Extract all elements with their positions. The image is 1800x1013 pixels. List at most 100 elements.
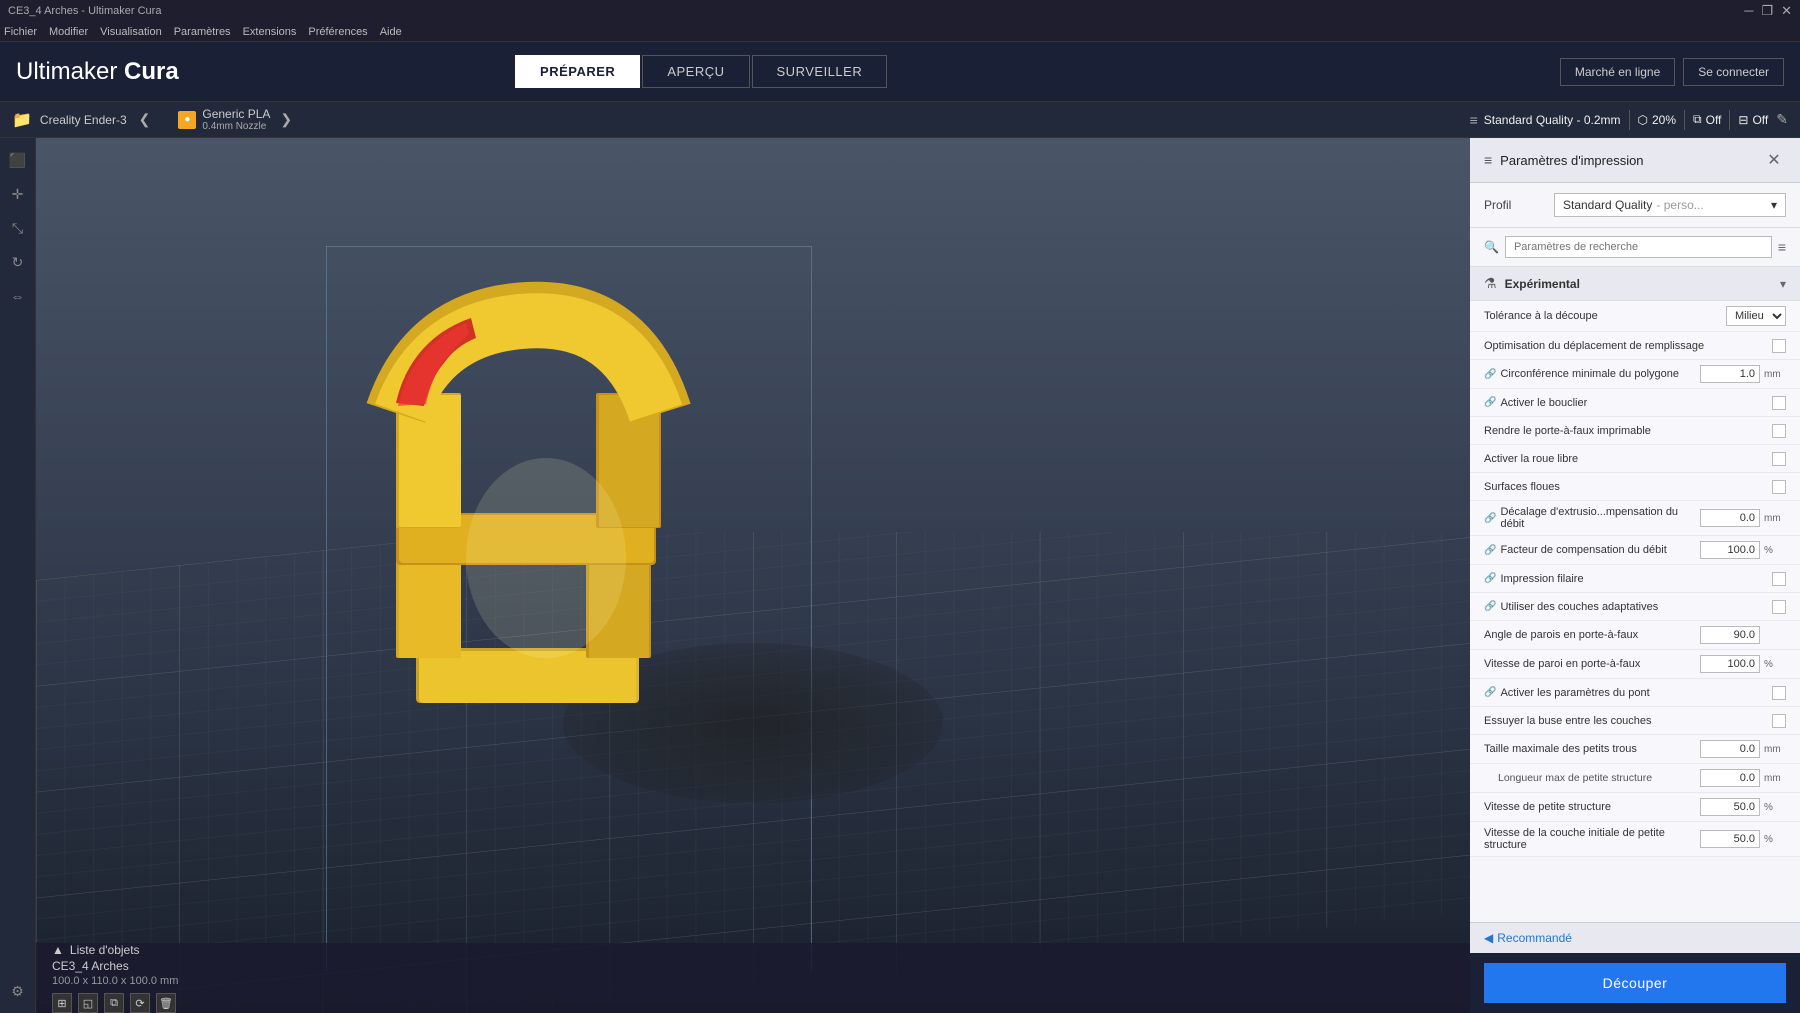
menu-extensions[interactable]: Extensions: [243, 26, 297, 38]
setting-value-overhang-speed: %: [1700, 655, 1786, 673]
recommend-section: ◀ Recommandé: [1470, 922, 1800, 953]
setting-min-circumference: 🔗 Circonférence minimale du polygone mm: [1470, 360, 1800, 389]
menu-modifier[interactable]: Modifier: [49, 26, 88, 38]
tool-scale[interactable]: ⤡: [4, 214, 32, 242]
flow-factor-input[interactable]: [1700, 541, 1760, 559]
setting-small-struct-speed: Vitesse de petite structure %: [1470, 793, 1800, 822]
tool-mirror[interactable]: ⇔: [4, 282, 32, 310]
section-header-left: ⚗ Expérimental: [1484, 275, 1580, 292]
folder-icon[interactable]: 📁: [12, 110, 32, 130]
shield-checkbox[interactable]: [1772, 396, 1786, 410]
setting-value-freewheel: [1772, 452, 1786, 466]
window-controls[interactable]: ─ ❐ ✕: [1744, 3, 1792, 19]
material-chevron[interactable]: ❯: [276, 109, 296, 130]
small-struct-init-input[interactable]: [1700, 830, 1760, 848]
min-circ-input[interactable]: [1700, 365, 1760, 383]
header-right: Marché en ligne Se connecter: [1560, 58, 1784, 86]
setting-value-small-holes: mm: [1700, 740, 1786, 758]
wireframe-checkbox[interactable]: [1772, 572, 1786, 586]
menu-preferences[interactable]: Préférences: [308, 26, 367, 38]
slice-btn[interactable]: Découper: [1484, 963, 1786, 1003]
setting-value-flow-factor: %: [1700, 541, 1786, 559]
tool-settings[interactable]: ⚙: [4, 977, 32, 1005]
signin-btn[interactable]: Se connecter: [1683, 58, 1784, 86]
section-chevron-icon: ▾: [1780, 277, 1786, 291]
panel-close-btn[interactable]: ✕: [1762, 148, 1786, 172]
search-menu-btn[interactable]: ≡: [1778, 239, 1786, 255]
marketplace-btn[interactable]: Marché en ligne: [1560, 58, 1675, 86]
small-struct-speed-input[interactable]: [1700, 798, 1760, 816]
setting-small-holes: Taille maximale des petits trous mm: [1470, 735, 1800, 764]
menu-parametres[interactable]: Paramètres: [174, 26, 231, 38]
setting-value-small-struct-speed: %: [1700, 798, 1786, 816]
fuzzy-checkbox[interactable]: [1772, 480, 1786, 494]
optimize-checkbox[interactable]: [1772, 339, 1786, 353]
action-reset[interactable]: ⟳: [130, 993, 150, 1013]
setting-shield: 🔗 Activer le bouclier: [1470, 389, 1800, 417]
menu-aide[interactable]: Aide: [380, 26, 402, 38]
profile-dropdown[interactable]: Standard Quality - perso... ▾: [1554, 193, 1786, 217]
setting-value-overhang-angle: [1700, 626, 1786, 644]
section-experimental-header[interactable]: ⚗ Expérimental ▾: [1470, 267, 1800, 301]
setting-label-adaptive: 🔗 Utiliser des couches adaptatives: [1484, 601, 1772, 613]
action-move[interactable]: ⧉: [104, 993, 124, 1013]
tolerance-dropdown[interactable]: Milieu: [1726, 306, 1786, 326]
infill-icon: ⬡: [1638, 113, 1648, 127]
search-input[interactable]: [1505, 236, 1772, 258]
profile-value: Standard Quality: [1563, 198, 1652, 212]
nav-monitor[interactable]: SURVEILLER: [752, 55, 888, 88]
close-btn[interactable]: ✕: [1781, 3, 1792, 19]
toolbar-right: ≡ Standard Quality - 0.2mm ⬡ 20% ⧉ Off ⊟…: [1470, 110, 1788, 130]
setting-label-overhang: Rendre le porte-à-faux imprimable: [1484, 425, 1772, 437]
quality-label: Standard Quality - 0.2mm: [1484, 113, 1621, 127]
material-name: Generic PLA: [202, 107, 270, 121]
search-icon: 🔍: [1484, 240, 1499, 254]
setting-label-small-struct-len: Longueur max de petite structure: [1498, 772, 1700, 784]
overhang-checkbox[interactable]: [1772, 424, 1786, 438]
adhesion-icon: ⊟: [1738, 113, 1748, 127]
tool-rotate[interactable]: ↻: [4, 248, 32, 276]
setting-label-tolerance: Tolérance à la découpe: [1484, 310, 1726, 322]
object-name: CE3_4 Arches: [52, 959, 178, 973]
toolbar: 📁 Creality Ender-3 ❮ ● Generic PLA 0.4mm…: [0, 102, 1800, 138]
overhang-speed-input[interactable]: [1700, 655, 1760, 673]
menu-fichier[interactable]: Fichier: [4, 26, 37, 38]
flow-offset-input[interactable]: [1700, 509, 1760, 527]
support-icon: ⧉: [1693, 112, 1702, 127]
chevron-up-icon: ▲: [52, 943, 64, 957]
bridge-checkbox[interactable]: [1772, 686, 1786, 700]
small-holes-input[interactable]: [1700, 740, 1760, 758]
right-panel: ≡ Paramètres d'impression ✕ Profil Stand…: [1470, 138, 1800, 1013]
action-duplicate[interactable]: ◱: [78, 993, 98, 1013]
setting-label-flow-offset: 🔗 Décalage d'extrusio...mpensation du dé…: [1484, 506, 1700, 530]
overhang-angle-input[interactable]: [1700, 626, 1760, 644]
nav-preview[interactable]: APERÇU: [642, 55, 749, 88]
freewheel-checkbox[interactable]: [1772, 452, 1786, 466]
action-copy[interactable]: ⊞: [52, 993, 72, 1013]
tool-move[interactable]: ✛: [4, 180, 32, 208]
setting-label-overhang-speed: Vitesse de paroi en porte-à-faux: [1484, 658, 1700, 670]
settings-edit-icon[interactable]: ✎: [1776, 111, 1788, 128]
profile-section: Profil Standard Quality - perso... ▾: [1470, 183, 1800, 228]
viewport[interactable]: ▲ Liste d'objets CE3_4 Arches 100.0 x 11…: [36, 138, 1470, 1013]
maximize-btn[interactable]: ❐: [1761, 3, 1773, 19]
small-struct-len-input[interactable]: [1700, 769, 1760, 787]
minimize-btn[interactable]: ─: [1744, 3, 1753, 19]
adaptive-checkbox[interactable]: [1772, 600, 1786, 614]
setting-wireframe: 🔗 Impression filaire: [1470, 565, 1800, 593]
object-list-toggle[interactable]: ▲ Liste d'objets: [52, 943, 178, 957]
action-delete[interactable]: 🗑: [156, 993, 176, 1013]
window-title: CE3_4 Arches - Ultimaker Cura: [8, 5, 161, 17]
recommend-btn[interactable]: ◀ Recommandé: [1484, 931, 1572, 945]
flow-offset-unit: mm: [1764, 513, 1786, 524]
nav-prepare[interactable]: PRÉPARER: [515, 55, 640, 88]
slice-section: Découper: [1470, 953, 1800, 1013]
left-sidebar: ⬛ ✛ ⤡ ↻ ⇔ ⚙: [0, 138, 36, 1013]
wipe-checkbox[interactable]: [1772, 714, 1786, 728]
menu-visualisation[interactable]: Visualisation: [100, 26, 162, 38]
setting-value-tolerance: Milieu: [1726, 306, 1786, 326]
setting-label-fuzzy: Surfaces floues: [1484, 481, 1772, 493]
machine-name: Creality Ender-3: [40, 113, 127, 127]
machine-chevron[interactable]: ❮: [135, 109, 155, 130]
tool-select[interactable]: ⬛: [4, 146, 32, 174]
